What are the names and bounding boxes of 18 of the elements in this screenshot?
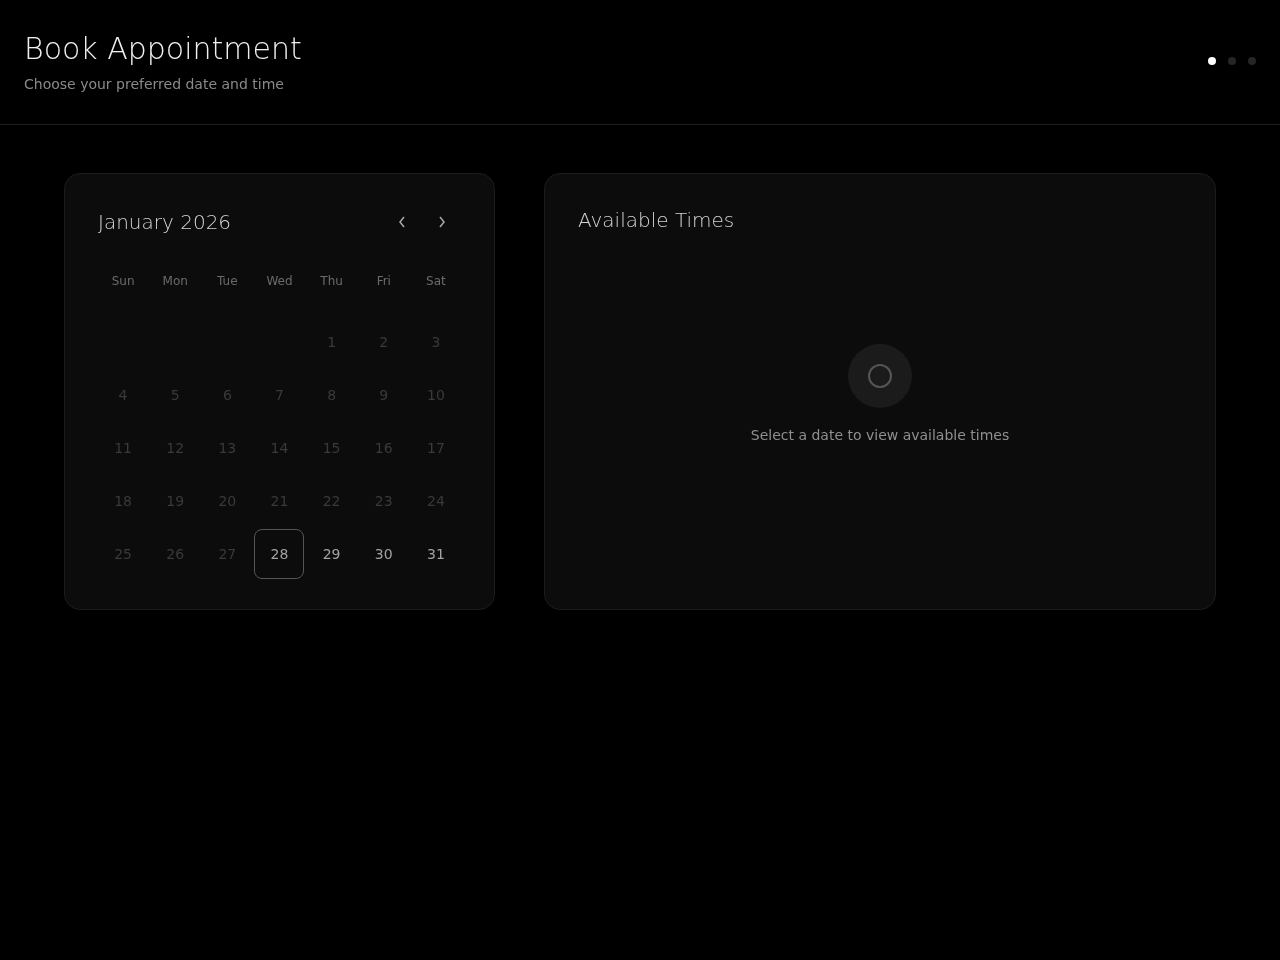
weekday-label: Wed [266, 273, 293, 289]
times-title: Available Times [578, 207, 736, 233]
chevron-right-icon [438, 216, 446, 228]
page-subtitle: Choose your preferred date and time [24, 75, 285, 94]
weekday-label: Thu [320, 273, 343, 289]
date-cell[interactable]: 28 [254, 528, 305, 579]
weekday-label: Mon [162, 273, 188, 289]
month-title: January 2026 [97, 209, 232, 236]
weekday-label: Sat [426, 273, 446, 289]
page-title: Book Appointment [24, 30, 302, 68]
weekday-label: Fri [376, 273, 391, 289]
date-cell[interactable]: 31 [410, 528, 461, 579]
chevron-left-icon [398, 216, 406, 228]
weekday-label: Sun [111, 273, 135, 289]
date-cell[interactable]: 30 [358, 528, 409, 579]
weekday-label: Tue [217, 273, 238, 289]
date-cell[interactable]: 29 [306, 528, 357, 579]
empty-message: Select a date to view available times [750, 426, 1010, 445]
